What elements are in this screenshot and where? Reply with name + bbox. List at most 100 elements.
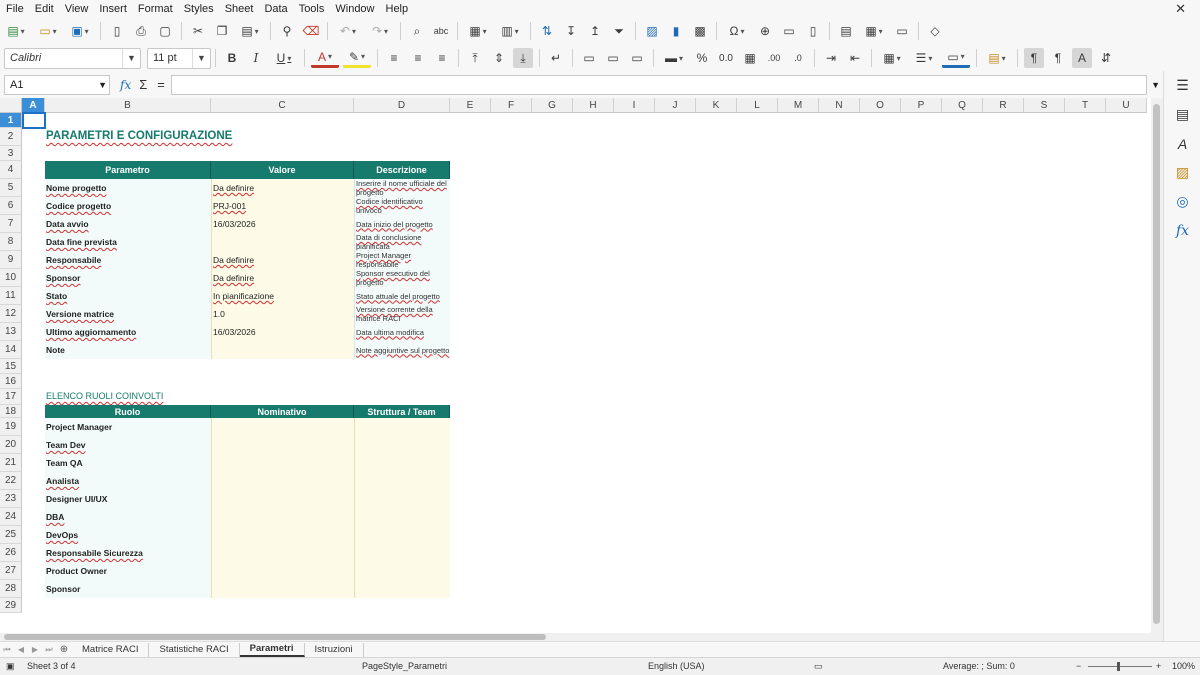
add-decimal-icon[interactable]: .00 bbox=[764, 48, 784, 68]
font-color-icon[interactable]: A bbox=[311, 48, 339, 68]
role-assignee[interactable] bbox=[211, 454, 354, 472]
column-header-i[interactable]: I bbox=[614, 98, 655, 113]
align-right-icon[interactable]: ≡ bbox=[432, 48, 452, 68]
param-name[interactable]: Data fine prevista bbox=[45, 233, 211, 251]
param-description[interactable]: Data ultima modifica bbox=[354, 323, 450, 341]
print-icon[interactable]: ⎙ bbox=[131, 21, 151, 41]
decrease-indent-icon[interactable]: ⇤ bbox=[845, 48, 865, 68]
gallery-icon[interactable]: ▨ bbox=[1164, 158, 1200, 187]
paste-icon[interactable]: ▤ bbox=[236, 21, 264, 41]
role-name[interactable]: Sponsor bbox=[45, 580, 211, 598]
column-icon[interactable]: ▥ bbox=[496, 21, 524, 41]
param-name[interactable]: Nome progetto bbox=[45, 179, 211, 197]
role-assignee[interactable] bbox=[211, 508, 354, 526]
expand-formula-icon[interactable]: ▼ bbox=[1151, 80, 1160, 90]
border-color-icon[interactable]: ▭ bbox=[942, 48, 970, 68]
role-assignee[interactable] bbox=[211, 580, 354, 598]
param-description[interactable]: Data di conclusione pianificata bbox=[354, 233, 450, 251]
currency-format-icon[interactable]: ▬ bbox=[660, 48, 688, 68]
column-header-l[interactable]: L bbox=[737, 98, 778, 113]
column-header-u[interactable]: U bbox=[1106, 98, 1147, 113]
param-value[interactable]: Da definire bbox=[211, 251, 354, 269]
row-header-27[interactable]: 27 bbox=[0, 562, 22, 580]
define-print-area-icon[interactable]: ▤ bbox=[836, 21, 856, 41]
cut-icon[interactable]: ✂ bbox=[188, 21, 208, 41]
menu-item-help[interactable]: Help bbox=[380, 3, 414, 15]
conditional-format-icon[interactable]: ▤ bbox=[983, 48, 1011, 68]
next-sheet-icon[interactable]: ▶ bbox=[28, 645, 42, 654]
row-header-11[interactable]: 11 bbox=[0, 287, 22, 305]
param-name[interactable]: Versione matrice bbox=[45, 305, 211, 323]
print-preview-icon[interactable]: ▢ bbox=[155, 21, 175, 41]
insert-image-icon[interactable]: ▨ bbox=[642, 21, 662, 41]
role-name[interactable]: DevOps bbox=[45, 526, 211, 544]
row-header-25[interactable]: 25 bbox=[0, 526, 22, 544]
sort-descending-icon[interactable]: ↥ bbox=[585, 21, 605, 41]
prev-sheet-icon[interactable]: ◀ bbox=[14, 645, 28, 654]
param-value[interactable]: Da definire bbox=[211, 179, 354, 197]
wrap-text-icon[interactable]: ↵ bbox=[546, 48, 566, 68]
column-header-t[interactable]: T bbox=[1065, 98, 1106, 113]
param-name[interactable]: Sponsor bbox=[45, 269, 211, 287]
role-team[interactable] bbox=[354, 580, 450, 598]
align-middle-icon[interactable]: ⇕ bbox=[489, 48, 509, 68]
styles-brush-icon[interactable]: A bbox=[1164, 129, 1200, 158]
freeze-rows-columns-icon[interactable]: ▦ bbox=[860, 21, 888, 41]
autofilter-icon[interactable]: ⏷ bbox=[609, 21, 629, 41]
column-header-o[interactable]: O bbox=[860, 98, 901, 113]
align-center-icon[interactable]: ≡ bbox=[408, 48, 428, 68]
split-window-icon[interactable]: ▭ bbox=[892, 21, 912, 41]
row-header-5[interactable]: 5 bbox=[0, 179, 22, 197]
param-value[interactable]: 16/03/2026 bbox=[211, 215, 354, 233]
highlight-color-icon[interactable]: ✎ bbox=[343, 48, 371, 68]
column-header-c[interactable]: C bbox=[211, 98, 354, 113]
font-size-box[interactable]: 11 pt ▼ bbox=[147, 47, 211, 69]
row-header-4[interactable]: 4 bbox=[0, 161, 22, 179]
column-header-d[interactable]: D bbox=[354, 98, 450, 113]
merge-center-icon[interactable]: ▭ bbox=[579, 48, 599, 68]
align-top-icon[interactable]: ⤒ bbox=[465, 48, 485, 68]
column-header-m[interactable]: M bbox=[778, 98, 819, 113]
select-all-corner[interactable] bbox=[0, 98, 22, 113]
role-assignee[interactable] bbox=[211, 436, 354, 454]
row-header-9[interactable]: 9 bbox=[0, 251, 22, 269]
sheet-tab-istruzioni[interactable]: Istruzioni bbox=[305, 642, 364, 657]
zoom-slider[interactable] bbox=[1088, 666, 1152, 667]
param-value[interactable]: 1.0 bbox=[211, 305, 354, 323]
merge-cells-icon[interactable]: ▭ bbox=[603, 48, 623, 68]
hyperlink-icon[interactable]: ⊕ bbox=[755, 21, 775, 41]
spelling-icon[interactable]: abc bbox=[431, 21, 451, 41]
role-team[interactable] bbox=[354, 418, 450, 436]
row-header-22[interactable]: 22 bbox=[0, 472, 22, 490]
functions-icon[interactable]: fx bbox=[1164, 216, 1200, 245]
column-header-k[interactable]: K bbox=[696, 98, 737, 113]
last-sheet-icon[interactable]: ⏭ bbox=[42, 645, 56, 655]
scroll-thumb[interactable] bbox=[1153, 104, 1160, 624]
column-header-h[interactable]: H bbox=[573, 98, 614, 113]
close-document-icon[interactable]: ✕ bbox=[1175, 1, 1186, 17]
show-draw-functions-icon[interactable]: ◇ bbox=[925, 21, 945, 41]
row-header-20[interactable]: 20 bbox=[0, 436, 22, 454]
row-header-6[interactable]: 6 bbox=[0, 197, 22, 215]
add-sheet-icon[interactable]: ⊕ bbox=[56, 644, 72, 655]
role-name[interactable]: Team Dev bbox=[45, 436, 211, 454]
bold-icon[interactable]: B bbox=[222, 48, 242, 68]
vertical-scrollbar[interactable] bbox=[1151, 98, 1163, 633]
role-team[interactable] bbox=[354, 436, 450, 454]
border-style-icon[interactable]: ☰ bbox=[910, 48, 938, 68]
delete-decimal-icon[interactable]: .0 bbox=[788, 48, 808, 68]
copy-icon[interactable]: ❐ bbox=[212, 21, 232, 41]
column-header-g[interactable]: G bbox=[532, 98, 573, 113]
insert-chart-icon[interactable]: ▮ bbox=[666, 21, 686, 41]
chevron-down-icon[interactable]: ▼ bbox=[98, 80, 107, 90]
zoom-slider-handle[interactable] bbox=[1117, 662, 1120, 671]
role-name[interactable]: Product Owner bbox=[45, 562, 211, 580]
row-header-1[interactable]: 1 bbox=[0, 113, 22, 128]
menu-item-sheet[interactable]: Sheet bbox=[219, 3, 259, 15]
row-header-7[interactable]: 7 bbox=[0, 215, 22, 233]
menu-item-file[interactable]: File bbox=[0, 3, 29, 15]
param-description[interactable]: Sponsor esecutivo del progetto bbox=[354, 269, 450, 287]
function-wizard-icon[interactable]: fx bbox=[120, 78, 131, 92]
sort-ascending-icon[interactable]: ↧ bbox=[561, 21, 581, 41]
comment-icon[interactable]: ▭ bbox=[779, 21, 799, 41]
